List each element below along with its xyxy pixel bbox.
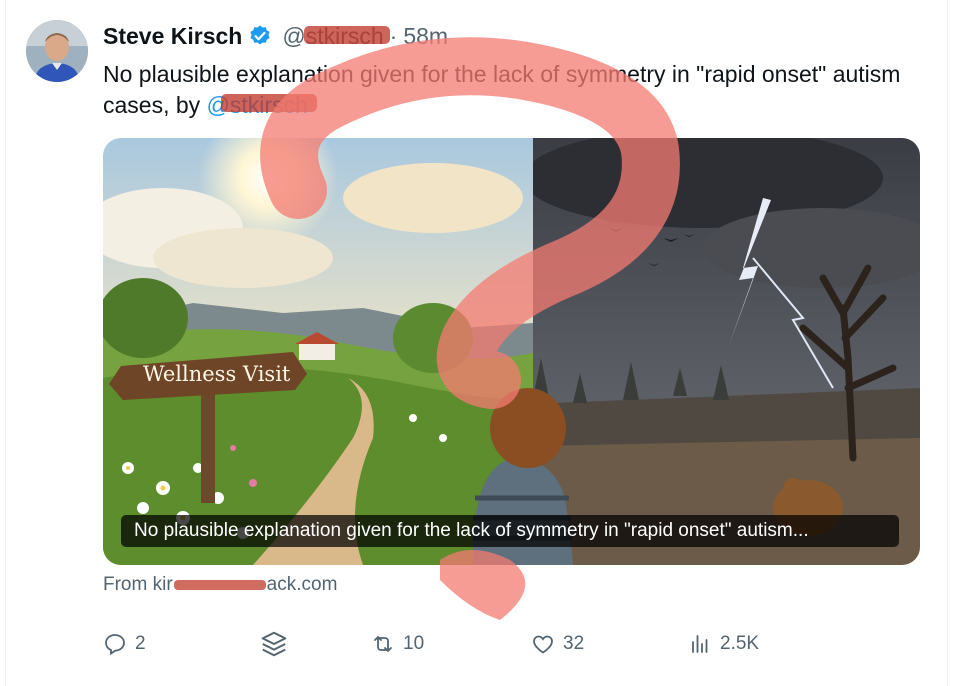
stack-icon <box>261 631 287 657</box>
reply-icon <box>105 634 125 656</box>
separator-dot: · <box>389 22 398 49</box>
post-header: Steve Kirsch @stkirsch · 58m <box>103 22 448 50</box>
repost-icon <box>374 636 392 652</box>
repost-count: 10 <box>403 633 425 654</box>
views-button[interactable]: 2.5K <box>688 625 759 663</box>
author-handle[interactable]: @stkirsch <box>282 23 391 50</box>
source-domain-start: kir <box>152 574 173 595</box>
reply-button[interactable]: 2 <box>103 625 146 663</box>
wellness-sign-label: Wellness Visit <box>143 362 291 386</box>
media-caption: No plausible explanation given for the l… <box>121 515 899 547</box>
post-text: No plausible explanation given for the l… <box>103 59 903 121</box>
mention-link[interactable]: @stkirsch <box>207 90 317 121</box>
verified-badge-icon <box>248 24 272 48</box>
media-image[interactable]: Wellness Visit <box>103 138 920 565</box>
author-name[interactable]: Steve Kirsch <box>103 23 242 50</box>
views-icon <box>692 635 708 653</box>
timeline-left-border <box>0 0 6 686</box>
handle-redaction-mark <box>304 25 391 44</box>
action-bar: 2 10 32 2.5K <box>103 625 803 663</box>
domain-redaction-mark <box>173 579 266 590</box>
post-time[interactable]: 58m <box>403 23 448 50</box>
like-icon <box>533 635 553 654</box>
source-prefix: From <box>103 574 153 595</box>
like-count: 32 <box>563 633 585 654</box>
mention-redaction-mark <box>220 94 317 112</box>
source-domain-end: ack.com <box>266 574 338 595</box>
link-source[interactable]: From kir ack.com <box>103 574 337 596</box>
repost-button[interactable]: 10 <box>371 625 424 663</box>
reply-count: 2 <box>135 633 146 654</box>
view-count: 2.5K <box>720 633 760 654</box>
like-button[interactable]: 32 <box>531 625 584 663</box>
avatar[interactable] <box>26 20 88 82</box>
stack-button[interactable] <box>259 625 297 663</box>
timeline-right-border <box>947 0 948 686</box>
